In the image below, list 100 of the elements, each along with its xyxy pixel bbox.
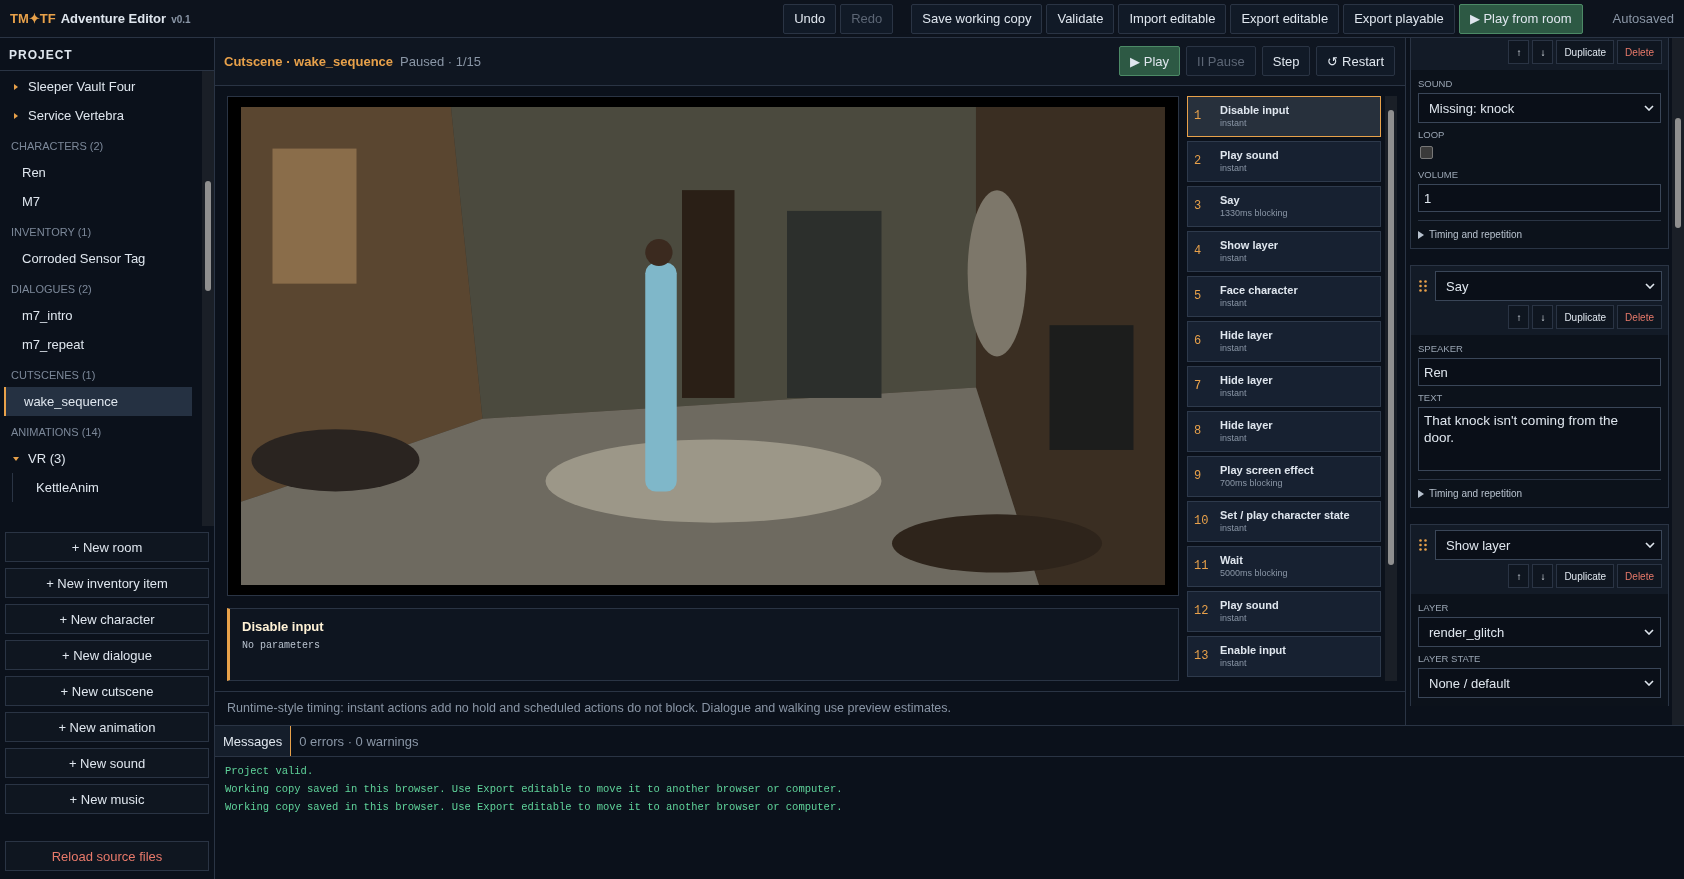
field-label: TEXT (1418, 392, 1444, 403)
create-button[interactable]: + New animation (5, 712, 209, 742)
action-name: Set / play character state (1220, 509, 1350, 522)
action-type-select[interactable]: Say (1435, 271, 1662, 301)
card-button[interactable]: Delete (1617, 40, 1662, 64)
action-item[interactable]: 13 Enable input instant (1187, 635, 1381, 677)
select-field[interactable]: render_glitch (1418, 617, 1661, 647)
action-item[interactable]: 10 Set / play character state instant (1187, 500, 1381, 542)
action-name: Enable input (1220, 644, 1286, 657)
scrollbar[interactable] (1385, 95, 1397, 681)
action-name: Say (1220, 194, 1241, 207)
toolbar-button[interactable]: ▶ Play from room (1458, 3, 1583, 34)
disclosure-toggle[interactable]: Timing and repetition (1429, 229, 1522, 240)
tree-item[interactable]: Sleeper Vault Four (0, 72, 192, 101)
tree-item[interactable]: Service Vertebra (0, 101, 192, 130)
action-item[interactable]: 12 Play sound instant (1187, 590, 1381, 632)
log-line: Working copy saved in this browser. Use Export editable to move it to another browser or computer. (225, 783, 844, 795)
field-label: LOOP (1418, 129, 1446, 140)
action-item[interactable]: 7 Hide layer instant (1187, 365, 1381, 407)
drag-handle-icon[interactable] (1419, 280, 1427, 292)
action-timing: instant (1220, 118, 1248, 129)
action-item[interactable]: 4 Show layer instant (1187, 230, 1381, 272)
card-button[interactable]: ↑ (1508, 564, 1530, 588)
action-item[interactable]: 5 Face character instant (1187, 275, 1381, 317)
step-number: 4 (1193, 244, 1203, 259)
step-number: 6 (1193, 334, 1203, 349)
checkbox[interactable] (1420, 146, 1433, 159)
create-button[interactable]: + New character (5, 604, 209, 634)
playback-button[interactable]: ▶ Play (1119, 46, 1181, 77)
create-button[interactable]: + New cutscene (5, 676, 209, 706)
card-button[interactable]: ↓ (1532, 40, 1554, 64)
tree-item[interactable]: wake_sequence (4, 387, 192, 416)
tree-item[interactable]: Corroded Sensor Tag (0, 244, 192, 273)
card-button[interactable]: ↑ (1508, 40, 1530, 64)
card-button[interactable]: Delete (1617, 305, 1662, 329)
scrollbar[interactable] (1672, 38, 1684, 725)
section-heading: DIALOGUES (2) (10, 282, 93, 297)
create-button[interactable]: + New music (5, 784, 209, 814)
messages-tab[interactable]: Messages (215, 726, 292, 756)
step-number: 7 (1193, 379, 1203, 394)
action-timing: instant (1220, 253, 1248, 264)
app-logo: TM✦TF (10, 11, 56, 26)
reload-button[interactable]: Reload source files (5, 841, 209, 871)
create-button[interactable]: + New sound (5, 748, 209, 778)
card-button[interactable]: Duplicate (1556, 40, 1615, 64)
step-number: 5 (1193, 289, 1203, 304)
create-button[interactable]: + New dialogue (5, 640, 209, 670)
scrollbar[interactable] (202, 71, 214, 526)
tree-item[interactable]: M7 (0, 187, 192, 216)
input-field[interactable]: 1 (1418, 184, 1661, 212)
input-field[interactable]: Ren (1418, 358, 1661, 386)
action-timing: instant (1220, 523, 1248, 534)
action-timing: instant (1220, 613, 1248, 624)
toolbar-button[interactable]: Validate (1046, 3, 1115, 34)
select-field[interactable]: Missing: knock (1418, 93, 1661, 123)
tree-item[interactable]: VR (3) (0, 444, 192, 473)
version-label: v0.1 (171, 14, 191, 25)
action-name: Show layer (1220, 239, 1279, 252)
card-button[interactable]: ↑ (1508, 305, 1530, 329)
toolbar-button[interactable]: Save working copy (911, 3, 1043, 34)
tree-item[interactable]: m7_intro (0, 301, 192, 330)
tree-item[interactable]: KettleAnim (13, 473, 192, 502)
toolbar-button[interactable]: Undo (783, 3, 837, 34)
action-item[interactable]: 11 Wait 5000ms blocking (1187, 545, 1381, 587)
step-number: 3 (1193, 199, 1203, 214)
card-button[interactable]: Duplicate (1556, 564, 1615, 588)
tree-item[interactable]: m7_repeat (0, 330, 192, 359)
step-number: 11 (1193, 559, 1210, 574)
step-number: 1 (1193, 109, 1203, 124)
action-item[interactable]: 2 Play sound instant (1187, 140, 1381, 182)
tree-item[interactable]: Ren (0, 158, 192, 187)
field-label: VOLUME (1418, 169, 1460, 180)
toolbar-button[interactable]: Import editable (1118, 3, 1227, 34)
action-item[interactable]: 8 Hide layer instant (1187, 410, 1381, 452)
action-title: Disable input (242, 618, 325, 634)
create-button[interactable]: + New inventory item (5, 568, 209, 598)
text-area[interactable]: That knock isn't coming from the door. (1418, 407, 1661, 471)
drag-handle-icon[interactable] (1419, 539, 1427, 551)
create-button[interactable]: + New room (5, 532, 209, 562)
card-button[interactable]: ↓ (1532, 305, 1554, 329)
action-item[interactable]: 6 Hide layer instant (1187, 320, 1381, 362)
card-button[interactable]: Delete (1617, 564, 1662, 588)
action-name: Play sound (1220, 599, 1279, 612)
card-button[interactable]: Duplicate (1556, 305, 1615, 329)
card-button[interactable]: ↓ (1532, 564, 1554, 588)
step-number: 8 (1193, 424, 1203, 439)
action-item[interactable]: 9 Play screen effect 700ms blocking (1187, 455, 1381, 497)
chevron-down-icon (1645, 283, 1655, 289)
toolbar-button[interactable]: Export editable (1230, 3, 1340, 34)
disclosure-toggle[interactable]: Timing and repetition (1429, 488, 1522, 499)
action-item[interactable]: 1 Disable input instant (1187, 95, 1381, 137)
toolbar-button[interactable]: Export playable (1343, 3, 1455, 34)
select-field[interactable]: None / default (1418, 668, 1661, 698)
action-timing: instant (1220, 298, 1248, 309)
playback-button[interactable]: ↺ Restart (1316, 46, 1395, 77)
action-type-select[interactable]: Show layer (1435, 530, 1662, 560)
playback-button[interactable]: Step (1261, 46, 1311, 77)
section-heading: CUTSCENES (1) (10, 368, 97, 383)
action-item[interactable]: 3 Say 1330ms blocking (1187, 185, 1381, 227)
save-status: Autosaved (1612, 11, 1674, 26)
